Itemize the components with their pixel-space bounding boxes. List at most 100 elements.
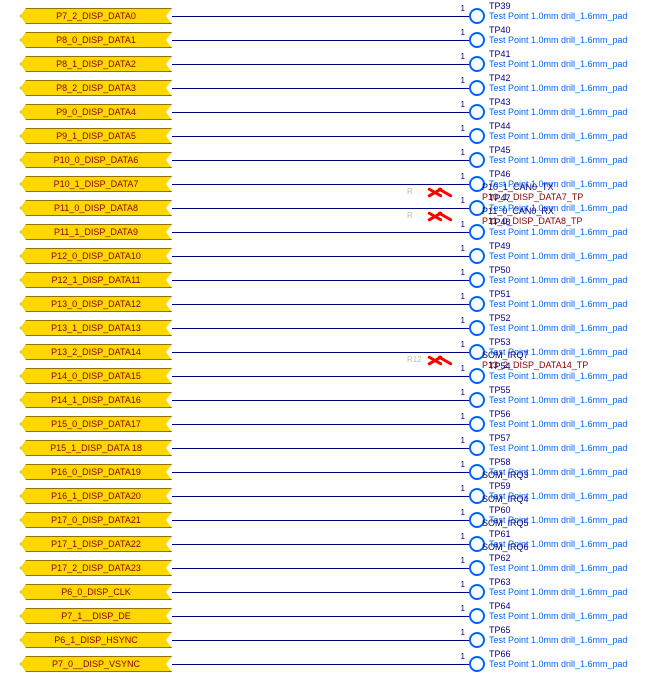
pin-number: 1 xyxy=(461,532,465,541)
signal-port: P17_2_DISP_DATA23 xyxy=(20,560,172,576)
signal-port: P10_1_DISP_DATA7 xyxy=(20,176,172,192)
testpoint-labels: TP66Test Point 1.0mm drill_1.6mm_pad xyxy=(489,660,669,669)
testpoint-icon xyxy=(469,632,485,648)
pin-number: 1 xyxy=(461,100,465,109)
testpoint-desc: Test Point 1.0mm drill_1.6mm_pad xyxy=(489,83,628,93)
pin-number: 1 xyxy=(461,364,465,373)
testpoint-labels: TP49Test Point 1.0mm drill_1.6mm_pad xyxy=(489,252,669,261)
net-labels: SOM_IRQ3 xyxy=(482,470,529,480)
testpoint-labels: TP64Test Point 1.0mm drill_1.6mm_pad xyxy=(489,612,669,621)
testpoint-desc: Test Point 1.0mm drill_1.6mm_pad xyxy=(489,227,628,237)
testpoint-desc: Test Point 1.0mm drill_1.6mm_pad xyxy=(489,131,628,141)
net-label-blue: SOM_IRQ5 xyxy=(482,518,529,528)
testpoint-desc: Test Point 1.0mm drill_1.6mm_pad xyxy=(489,59,628,69)
signal-port: P15_0_DISP_DATA17 xyxy=(20,416,172,432)
wire: 1 xyxy=(172,40,469,41)
testpoint-ref: TP66 xyxy=(489,649,669,659)
testpoint-labels: TP52Test Point 1.0mm drill_1.6mm_pad xyxy=(489,324,669,333)
signal-port: P8_1_DISP_DATA2 xyxy=(20,56,172,72)
net-label-blue: P11_0_CAN0_RX xyxy=(482,206,583,216)
wire: 1 xyxy=(172,616,469,617)
testpoint-ref: TP55 xyxy=(489,385,669,395)
pin-number: 1 xyxy=(461,484,465,493)
testpoint-ref: TP43 xyxy=(489,97,669,107)
testpoint-ref: TP56 xyxy=(489,409,669,419)
testpoint-labels: TP63Test Point 1.0mm drill_1.6mm_pad xyxy=(489,588,669,597)
pin-number: 1 xyxy=(461,436,465,445)
signal-port: P16_1_DISP_DATA20 xyxy=(20,488,172,504)
testpoint-icon xyxy=(469,656,485,672)
testpoint-icon xyxy=(469,224,485,240)
net-row: P7_0__DISP_VSYNC1TP66Test Point 1.0mm dr… xyxy=(5,653,669,675)
testpoint-labels: TP65Test Point 1.0mm drill_1.6mm_pad xyxy=(489,636,669,645)
testpoint-icon xyxy=(469,32,485,48)
testpoint-icon xyxy=(469,416,485,432)
pin-number: 1 xyxy=(461,76,465,85)
testpoint-ref: TP64 xyxy=(489,601,669,611)
testpoint-labels: TP57Test Point 1.0mm drill_1.6mm_pad xyxy=(489,444,669,453)
wire: 1 xyxy=(172,256,469,257)
signal-port: P7_2_DISP_DATA0 xyxy=(20,8,172,24)
wire: SOM_IRQ41 xyxy=(172,496,469,497)
pin-number: 1 xyxy=(461,412,465,421)
testpoint-icon xyxy=(469,80,485,96)
testpoint-desc: Test Point 1.0mm drill_1.6mm_pad xyxy=(489,587,628,597)
testpoint-labels: TP42Test Point 1.0mm drill_1.6mm_pad xyxy=(489,84,669,93)
testpoint-ref: TP47 xyxy=(489,193,669,203)
signal-port: P11_0_DISP_DATA8 xyxy=(20,200,172,216)
resistor-ref: R xyxy=(407,211,413,220)
wire: 1 xyxy=(172,376,469,377)
testpoint-labels: TP54Test Point 1.0mm drill_1.6mm_pad xyxy=(489,372,669,381)
testpoint-labels: TP55Test Point 1.0mm drill_1.6mm_pad xyxy=(489,396,669,405)
wire: 1 xyxy=(172,16,469,17)
signal-port: P13_1_DISP_DATA13 xyxy=(20,320,172,336)
net-label-blue: P10_1_CAN0_TX xyxy=(482,182,583,192)
pin-number: 1 xyxy=(461,460,465,469)
testpoint-labels: TP40Test Point 1.0mm drill_1.6mm_pad xyxy=(489,36,669,45)
testpoint-icon xyxy=(469,272,485,288)
testpoint-ref: TP45 xyxy=(489,145,669,155)
pin-number: 1 xyxy=(461,604,465,613)
pin-number: 1 xyxy=(461,292,465,301)
signal-port: P12_0_DISP_DATA10 xyxy=(20,248,172,264)
wire: 1 xyxy=(172,232,469,233)
resistor-ref: R xyxy=(407,187,413,196)
signal-port: P9_0_DISP_DATA4 xyxy=(20,104,172,120)
pin-number: 1 xyxy=(461,4,465,13)
testpoint-labels: TP62Test Point 1.0mm drill_1.6mm_pad xyxy=(489,564,669,573)
wire: SOM_IRQ31 xyxy=(172,472,469,473)
pin-number: 1 xyxy=(461,268,465,277)
testpoint-labels: TP41Test Point 1.0mm drill_1.6mm_pad xyxy=(489,60,669,69)
pin-number: 1 xyxy=(461,340,465,349)
pin-number: 1 xyxy=(461,316,465,325)
signal-port: P11_1_DISP_DATA9 xyxy=(20,224,172,240)
signal-port: P6_0_DISP_CLK xyxy=(20,584,172,600)
testpoint-ref: TP44 xyxy=(489,121,669,131)
wire: 1 xyxy=(172,400,469,401)
testpoint-icon xyxy=(469,320,485,336)
testpoint-icon xyxy=(469,608,485,624)
wire: 1 xyxy=(172,424,469,425)
testpoint-labels: TP45Test Point 1.0mm drill_1.6mm_pad xyxy=(489,156,669,165)
net-label-blue: SOM_IRQ3 xyxy=(482,470,529,480)
testpoint-ref: TP57 xyxy=(489,433,669,443)
signal-port: P14_1_DISP_DATA16 xyxy=(20,392,172,408)
net-label-blue: SOM_IRQ6 xyxy=(482,542,529,552)
pin-number: 1 xyxy=(461,580,465,589)
signal-port: P10_0_DISP_DATA6 xyxy=(20,152,172,168)
wire: SOM_IRQ61 xyxy=(172,544,469,545)
signal-port: P13_0_DISP_DATA12 xyxy=(20,296,172,312)
signal-port: P17_1_DISP_DATA22 xyxy=(20,536,172,552)
wire: 1 xyxy=(172,664,469,665)
testpoint-labels: TP50Test Point 1.0mm drill_1.6mm_pad xyxy=(489,276,669,285)
wire: 1 xyxy=(172,568,469,569)
resistor-ref: R12 xyxy=(407,355,422,364)
testpoint-desc: Test Point 1.0mm drill_1.6mm_pad xyxy=(489,635,628,645)
testpoint-desc: Test Point 1.0mm drill_1.6mm_pad xyxy=(489,107,628,117)
testpoint-icon xyxy=(469,440,485,456)
pin-number: 1 xyxy=(461,652,465,661)
signal-port: P9_1_DISP_DATA5 xyxy=(20,128,172,144)
testpoint-ref: TP41 xyxy=(489,49,669,59)
testpoint-ref: TP63 xyxy=(489,577,669,587)
testpoint-desc: Test Point 1.0mm drill_1.6mm_pad xyxy=(489,251,628,261)
